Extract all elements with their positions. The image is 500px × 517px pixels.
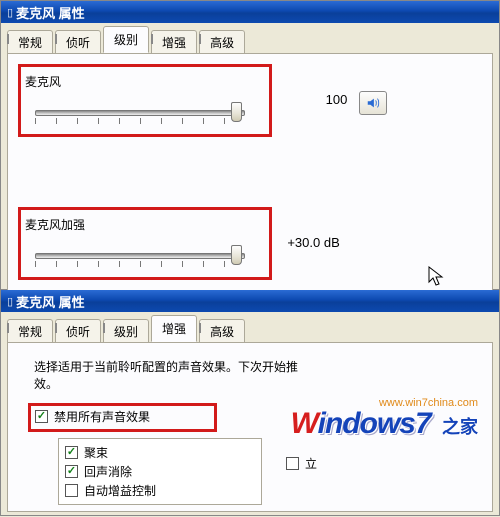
levels-panel: 麦克风 100 麦克风加强	[7, 53, 493, 313]
effect-beamforming-checkbox[interactable]	[65, 446, 78, 459]
disable-all-effects-label: 禁用所有声音效果	[54, 408, 150, 425]
tab-general[interactable]: 常规	[7, 30, 53, 54]
tab-advanced[interactable]: 高级	[199, 319, 245, 343]
mute-button[interactable]	[359, 91, 387, 115]
mic-slider-thumb[interactable]	[231, 102, 242, 122]
window-title: 麦克风 属性	[16, 3, 85, 22]
window-title: 麦克风 属性	[16, 292, 85, 311]
effect-label: 回声消除	[84, 463, 132, 480]
tab-strip-top: 常规 侦听 级别 增强 高级	[1, 23, 499, 53]
mic-boost-value: +30.0 dB	[287, 235, 357, 250]
tab-general[interactable]: 常规	[7, 319, 53, 343]
sysmenu-icon: ▯	[7, 295, 13, 308]
mic-properties-window-levels: ▯ 麦克风 属性 常规 侦听 级别 增强 高级 麦克风 100	[0, 0, 500, 290]
boost-slider-thumb[interactable]	[231, 245, 242, 265]
tab-listen[interactable]: 侦听	[55, 319, 101, 343]
mic-properties-window-enhance: ▯ 麦克风 属性 常规 侦听 级别 增强 高级 选择适用于当前聆听配置的声音效果…	[0, 290, 500, 516]
effect-agc-checkbox[interactable]	[65, 484, 78, 497]
tab-enhance[interactable]: 增强	[151, 315, 197, 342]
list-item: 自动增益控制	[65, 481, 255, 500]
mic-volume-value: 100	[287, 92, 347, 107]
tab-strip-bottom: 常规 侦听 级别 增强 高级	[1, 312, 499, 342]
tab-levels[interactable]: 级别	[103, 26, 149, 53]
tab-enhance[interactable]: 增强	[151, 30, 197, 54]
tab-levels[interactable]: 级别	[103, 319, 149, 343]
boost-label: 麦克风加强	[25, 216, 265, 233]
effect-label: 聚束	[84, 444, 108, 461]
titlebar-top[interactable]: ▯ 麦克风 属性	[1, 1, 499, 23]
titlebar-bottom[interactable]: ▯ 麦克风 属性	[1, 290, 499, 312]
list-item: 回声消除	[65, 462, 255, 481]
enhance-description: 选择适用于当前聆听配置的声音效果。下次开始推 效。	[18, 353, 482, 399]
tab-listen[interactable]: 侦听	[55, 30, 101, 54]
mic-volume-slider[interactable]	[35, 100, 245, 124]
right-option-label: 立	[305, 455, 317, 472]
highlight-boost-group: 麦克风加强	[18, 207, 272, 280]
tab-advanced[interactable]: 高级	[199, 30, 245, 54]
enhance-panel: 选择适用于当前聆听配置的声音效果。下次开始推 效。 www.win7china.…	[7, 342, 493, 512]
right-option-checkbox[interactable]	[286, 457, 299, 470]
speaker-icon	[366, 96, 380, 110]
disable-all-effects-checkbox[interactable]	[35, 410, 48, 423]
mic-label: 麦克风	[25, 73, 265, 90]
mic-boost-slider[interactable]	[35, 243, 245, 267]
effects-list: 聚束 回声消除 自动增益控制	[58, 438, 262, 505]
list-item: 聚束	[65, 443, 255, 462]
sysmenu-icon: ▯	[7, 6, 13, 19]
effect-echo-cancel-checkbox[interactable]	[65, 465, 78, 478]
highlight-disable-all: 禁用所有声音效果	[28, 403, 217, 432]
effect-label: 自动增益控制	[84, 482, 156, 499]
highlight-mic-group: 麦克风	[18, 64, 272, 137]
